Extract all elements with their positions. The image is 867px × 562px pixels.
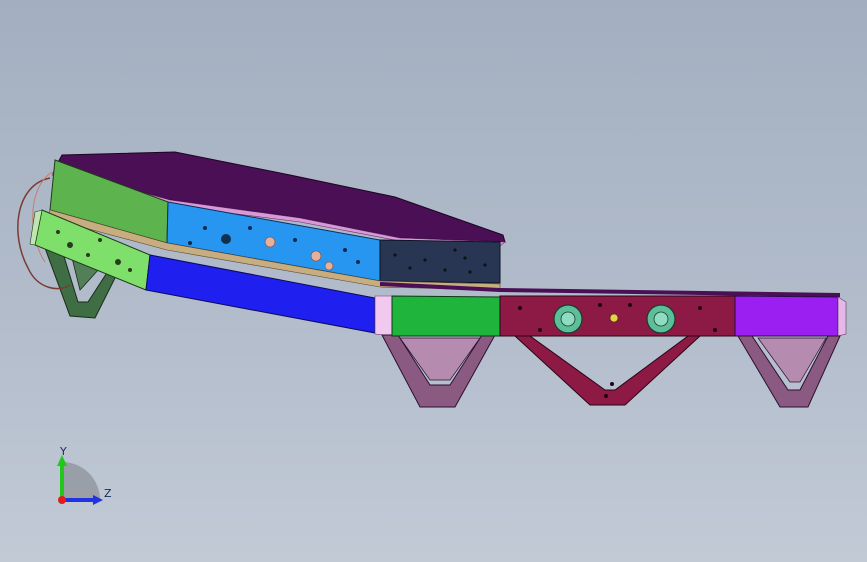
axis-triad: Y Z bbox=[57, 445, 112, 505]
x-axis-dot bbox=[58, 496, 66, 504]
middle-support[interactable] bbox=[381, 334, 496, 408]
z-axis-label: Z bbox=[104, 487, 112, 500]
maroon-frame[interactable] bbox=[499, 295, 736, 406]
pink-connector bbox=[374, 295, 393, 337]
green-box[interactable] bbox=[391, 295, 501, 337]
y-axis-label: Y bbox=[59, 445, 67, 458]
purple-box[interactable] bbox=[734, 295, 839, 337]
cad-viewport[interactable]: Y Z bbox=[0, 0, 867, 562]
purple-box-end bbox=[837, 296, 847, 337]
assembly-model[interactable]: Y Z bbox=[0, 0, 867, 562]
right-support[interactable] bbox=[737, 335, 841, 408]
upper-navy-panel[interactable] bbox=[379, 239, 501, 284]
